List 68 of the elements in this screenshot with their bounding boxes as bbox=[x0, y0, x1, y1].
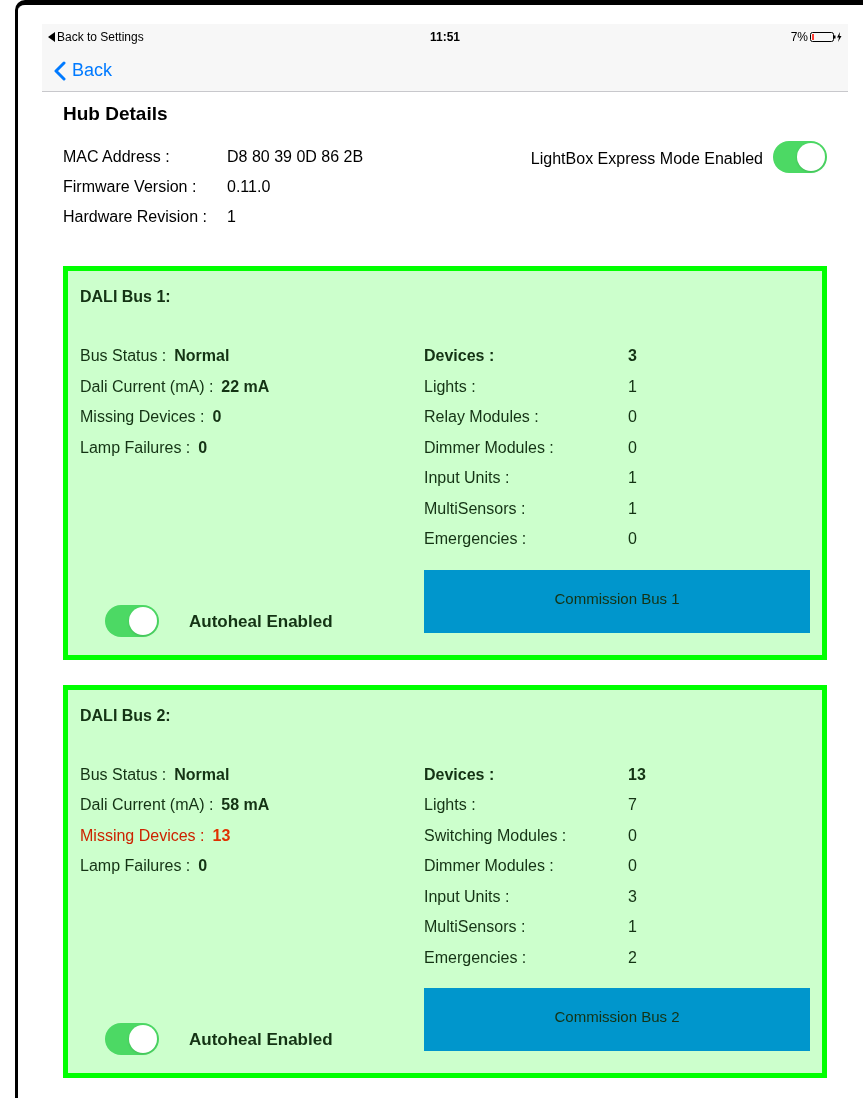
commission-button[interactable]: Commission Bus 1 bbox=[424, 569, 810, 633]
count-label: Lights : bbox=[424, 795, 477, 816]
count-label: Devices : bbox=[424, 346, 496, 367]
count-label: Lights : bbox=[424, 376, 477, 397]
bus-title: DALI Bus 1: bbox=[80, 287, 172, 307]
count-label: MultiSensors : bbox=[424, 917, 527, 938]
stat-value: Normal bbox=[174, 346, 230, 367]
stat-value: 0 bbox=[198, 856, 208, 877]
autoheal-label: Autoheal Enabled bbox=[189, 610, 333, 633]
count-label: Input Units : bbox=[424, 886, 511, 907]
stat-label: Bus Status : bbox=[80, 764, 167, 785]
count-value: 1 bbox=[628, 917, 637, 938]
stat-label: Lamp Failures : bbox=[80, 437, 191, 458]
back-chevron-icon bbox=[54, 60, 66, 81]
autoheal-switch[interactable] bbox=[105, 604, 159, 637]
stat-value: 58 mA bbox=[221, 795, 270, 816]
clock: 11:51 bbox=[430, 29, 460, 46]
hub-title: Hub Details bbox=[63, 102, 169, 126]
autoheal-label: Autoheal Enabled bbox=[189, 1029, 333, 1052]
express-mode-switch[interactable] bbox=[773, 141, 827, 173]
stat-value: 0 bbox=[198, 437, 208, 458]
field-value: 1 bbox=[227, 207, 236, 227]
stat-label: Dali Current (mA) : bbox=[80, 376, 214, 397]
bus-title: DALI Bus 2: bbox=[80, 705, 172, 726]
count-value: 0 bbox=[628, 437, 637, 458]
count-label: Emergencies : bbox=[424, 947, 528, 968]
stat-label: Dali Current (mA) : bbox=[80, 795, 214, 816]
count-label: Emergencies : bbox=[424, 529, 528, 550]
count-value: 3 bbox=[628, 886, 637, 907]
field-value: 0.11.0 bbox=[227, 177, 271, 197]
count-label: Relay Modules : bbox=[424, 407, 540, 428]
count-label: Dimmer Modules : bbox=[424, 856, 555, 877]
battery-percent: 7% bbox=[790, 29, 808, 46]
count-value: 0 bbox=[628, 825, 637, 846]
count-value: 0 bbox=[628, 529, 637, 550]
count-label: Switching Modules : bbox=[424, 825, 568, 846]
stat-label: Lamp Failures : bbox=[80, 856, 191, 877]
stat-label: Bus Status : bbox=[80, 346, 167, 367]
stat-value: Normal bbox=[174, 764, 230, 785]
count-value: 3 bbox=[628, 346, 637, 367]
count-value: 2 bbox=[628, 947, 637, 968]
count-value: 1 bbox=[628, 468, 637, 489]
field-value: D8 80 39 0D 86 2B bbox=[227, 147, 364, 167]
back-button[interactable]: Back bbox=[54, 57, 113, 84]
stat-label: Missing Devices : bbox=[80, 825, 205, 846]
back-triangle-icon bbox=[48, 32, 55, 42]
count-value: 7 bbox=[628, 795, 637, 816]
commission-button[interactable]: Commission Bus 2 bbox=[424, 988, 810, 1051]
count-value: 0 bbox=[628, 407, 637, 428]
field-label: Firmware Version : bbox=[63, 177, 198, 197]
field-label: MAC Address : bbox=[63, 147, 171, 167]
count-label: MultiSensors : bbox=[424, 498, 527, 519]
count-label: Input Units : bbox=[424, 468, 511, 489]
count-value: 1 bbox=[628, 376, 637, 397]
field-label: Hardware Revision : bbox=[63, 207, 209, 227]
express-mode-label: LightBox Express Mode Enabled bbox=[530, 149, 763, 169]
count-value: 0 bbox=[628, 856, 637, 877]
stat-value: 22 mA bbox=[221, 376, 270, 397]
count-value: 13 bbox=[628, 764, 646, 785]
count-value: 1 bbox=[628, 498, 637, 519]
autoheal-switch[interactable] bbox=[105, 1023, 159, 1055]
count-label: Dimmer Modules : bbox=[424, 437, 555, 458]
stat-value: 0 bbox=[212, 407, 222, 428]
stat-label: Missing Devices : bbox=[80, 407, 205, 428]
back-app-link[interactable]: Back to Settings bbox=[57, 28, 144, 46]
stat-value: 13 bbox=[212, 825, 231, 846]
count-label: Devices : bbox=[424, 764, 496, 785]
battery-charging-icon bbox=[810, 32, 842, 42]
